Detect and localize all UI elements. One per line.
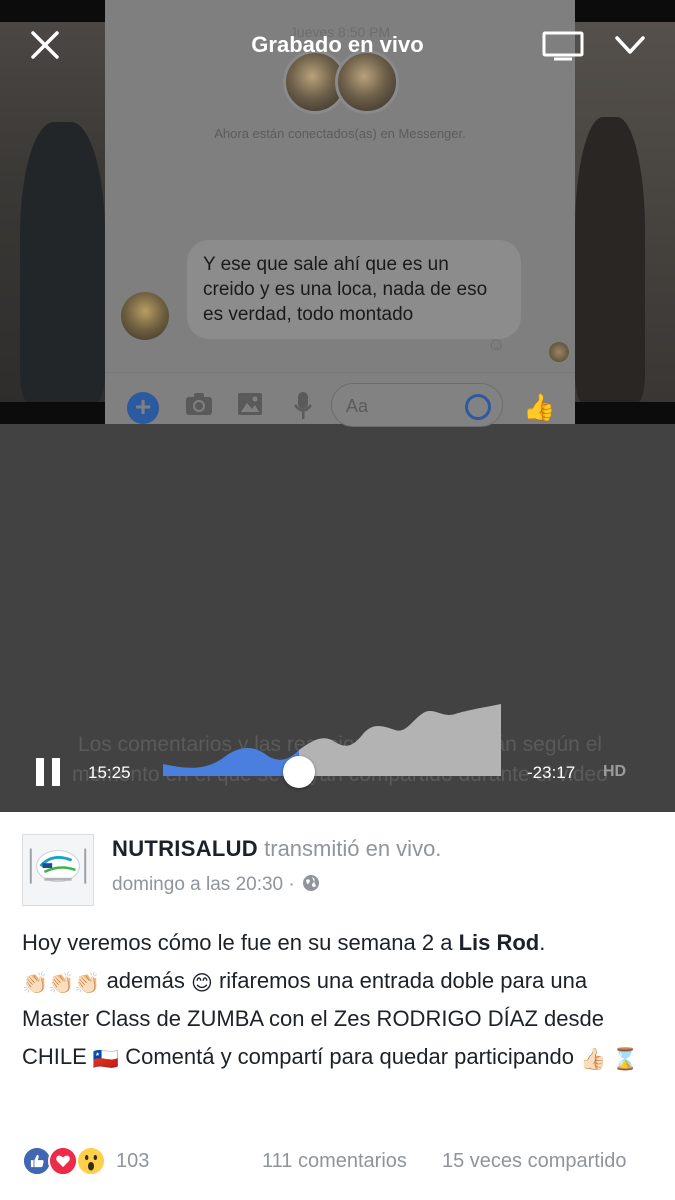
video-left-person [0, 22, 105, 402]
plus-icon: + [127, 392, 159, 424]
post-timestamp-line: domingo a las 20:30 · [112, 874, 320, 896]
emoji-icon [465, 394, 491, 420]
globe-icon [303, 875, 320, 891]
hourglass-icon: ⌛ [612, 1048, 639, 1071]
chevron-down-icon[interactable] [614, 34, 646, 56]
post-text-segment: Comentá y compartí para quedar participa… [119, 1044, 581, 1069]
letterbox-left-bottom [0, 402, 105, 424]
post-text-segment: Hoy veremos cómo le fue en su semana 2 a [22, 930, 459, 955]
reaction-count[interactable]: 103 [116, 1150, 149, 1173]
message-bubble: Y ese que sale ahí que es un creido y es… [187, 240, 521, 339]
reaction-waveform-scrubber[interactable] [163, 700, 503, 776]
post-timestamp[interactable]: domingo a las 20:30 · [112, 874, 295, 895]
post-card: NUTRISALUD transmitió en vivo. domingo a… [0, 812, 675, 1200]
post-text-segment: además [100, 968, 191, 993]
post-text-segment: . [539, 930, 546, 955]
video-right-person [575, 22, 675, 402]
smiling-face-icon: 😊 [190, 972, 213, 995]
remaining-time: -23:17 [527, 763, 576, 782]
shares-count[interactable]: 15 veces compartido [442, 1150, 627, 1173]
love-reaction-icon [48, 1146, 78, 1176]
connected-text: Ahora están conectados(as) en Messenger. [214, 126, 466, 141]
image-icon [238, 393, 262, 415]
tv-icon[interactable] [542, 31, 584, 61]
chile-flag-icon: 🇨🇱 [92, 1048, 120, 1071]
microphone-icon [293, 392, 313, 419]
chat-avatar [121, 292, 169, 340]
video-player[interactable]: Jueves 8:50 PM Ahora están conectados(as… [0, 0, 675, 812]
page-name-link[interactable]: NUTRISALUD [112, 836, 258, 861]
scrubber-handle[interactable] [283, 756, 315, 788]
post-header-line: NUTRISALUD transmitió en vivo. [112, 836, 441, 862]
messenger-screenshot: Jueves 8:50 PM Ahora están conectados(as… [105, 0, 575, 427]
letterbox-right-top [575, 0, 675, 22]
clapping-hands-icon: 👏🏻👏🏻👏🏻 [22, 972, 101, 995]
elapsed-time: 15:25 [88, 763, 131, 782]
pause-icon[interactable] [36, 758, 62, 786]
post-body-text: Hoy veremos cómo le fue en su semana 2 a… [22, 924, 658, 1076]
letterbox-left-top [0, 0, 105, 22]
video-frame: Jueves 8:50 PM Ahora están conectados(as… [0, 0, 675, 427]
page-avatar[interactable] [22, 834, 94, 906]
add-reaction-icon: ☺ [487, 334, 506, 354]
camera-icon [186, 393, 212, 415]
hd-toggle[interactable]: HD [603, 763, 626, 781]
seen-avatar [549, 342, 569, 362]
wow-reaction-icon [76, 1146, 106, 1176]
letterbox-right-bottom [575, 402, 675, 424]
post-action-text: transmitió en vivo. [264, 836, 442, 861]
comments-count[interactable]: 111 comentarios [262, 1150, 407, 1173]
messenger-placeholder: Aa [346, 396, 369, 416]
mention-link[interactable]: Lis Rod [459, 930, 540, 955]
thumbs-up-icon: 👍🏻 [580, 1048, 607, 1071]
like-thumb-icon: 👍 [523, 392, 556, 422]
messenger-avatar-right [335, 50, 399, 114]
